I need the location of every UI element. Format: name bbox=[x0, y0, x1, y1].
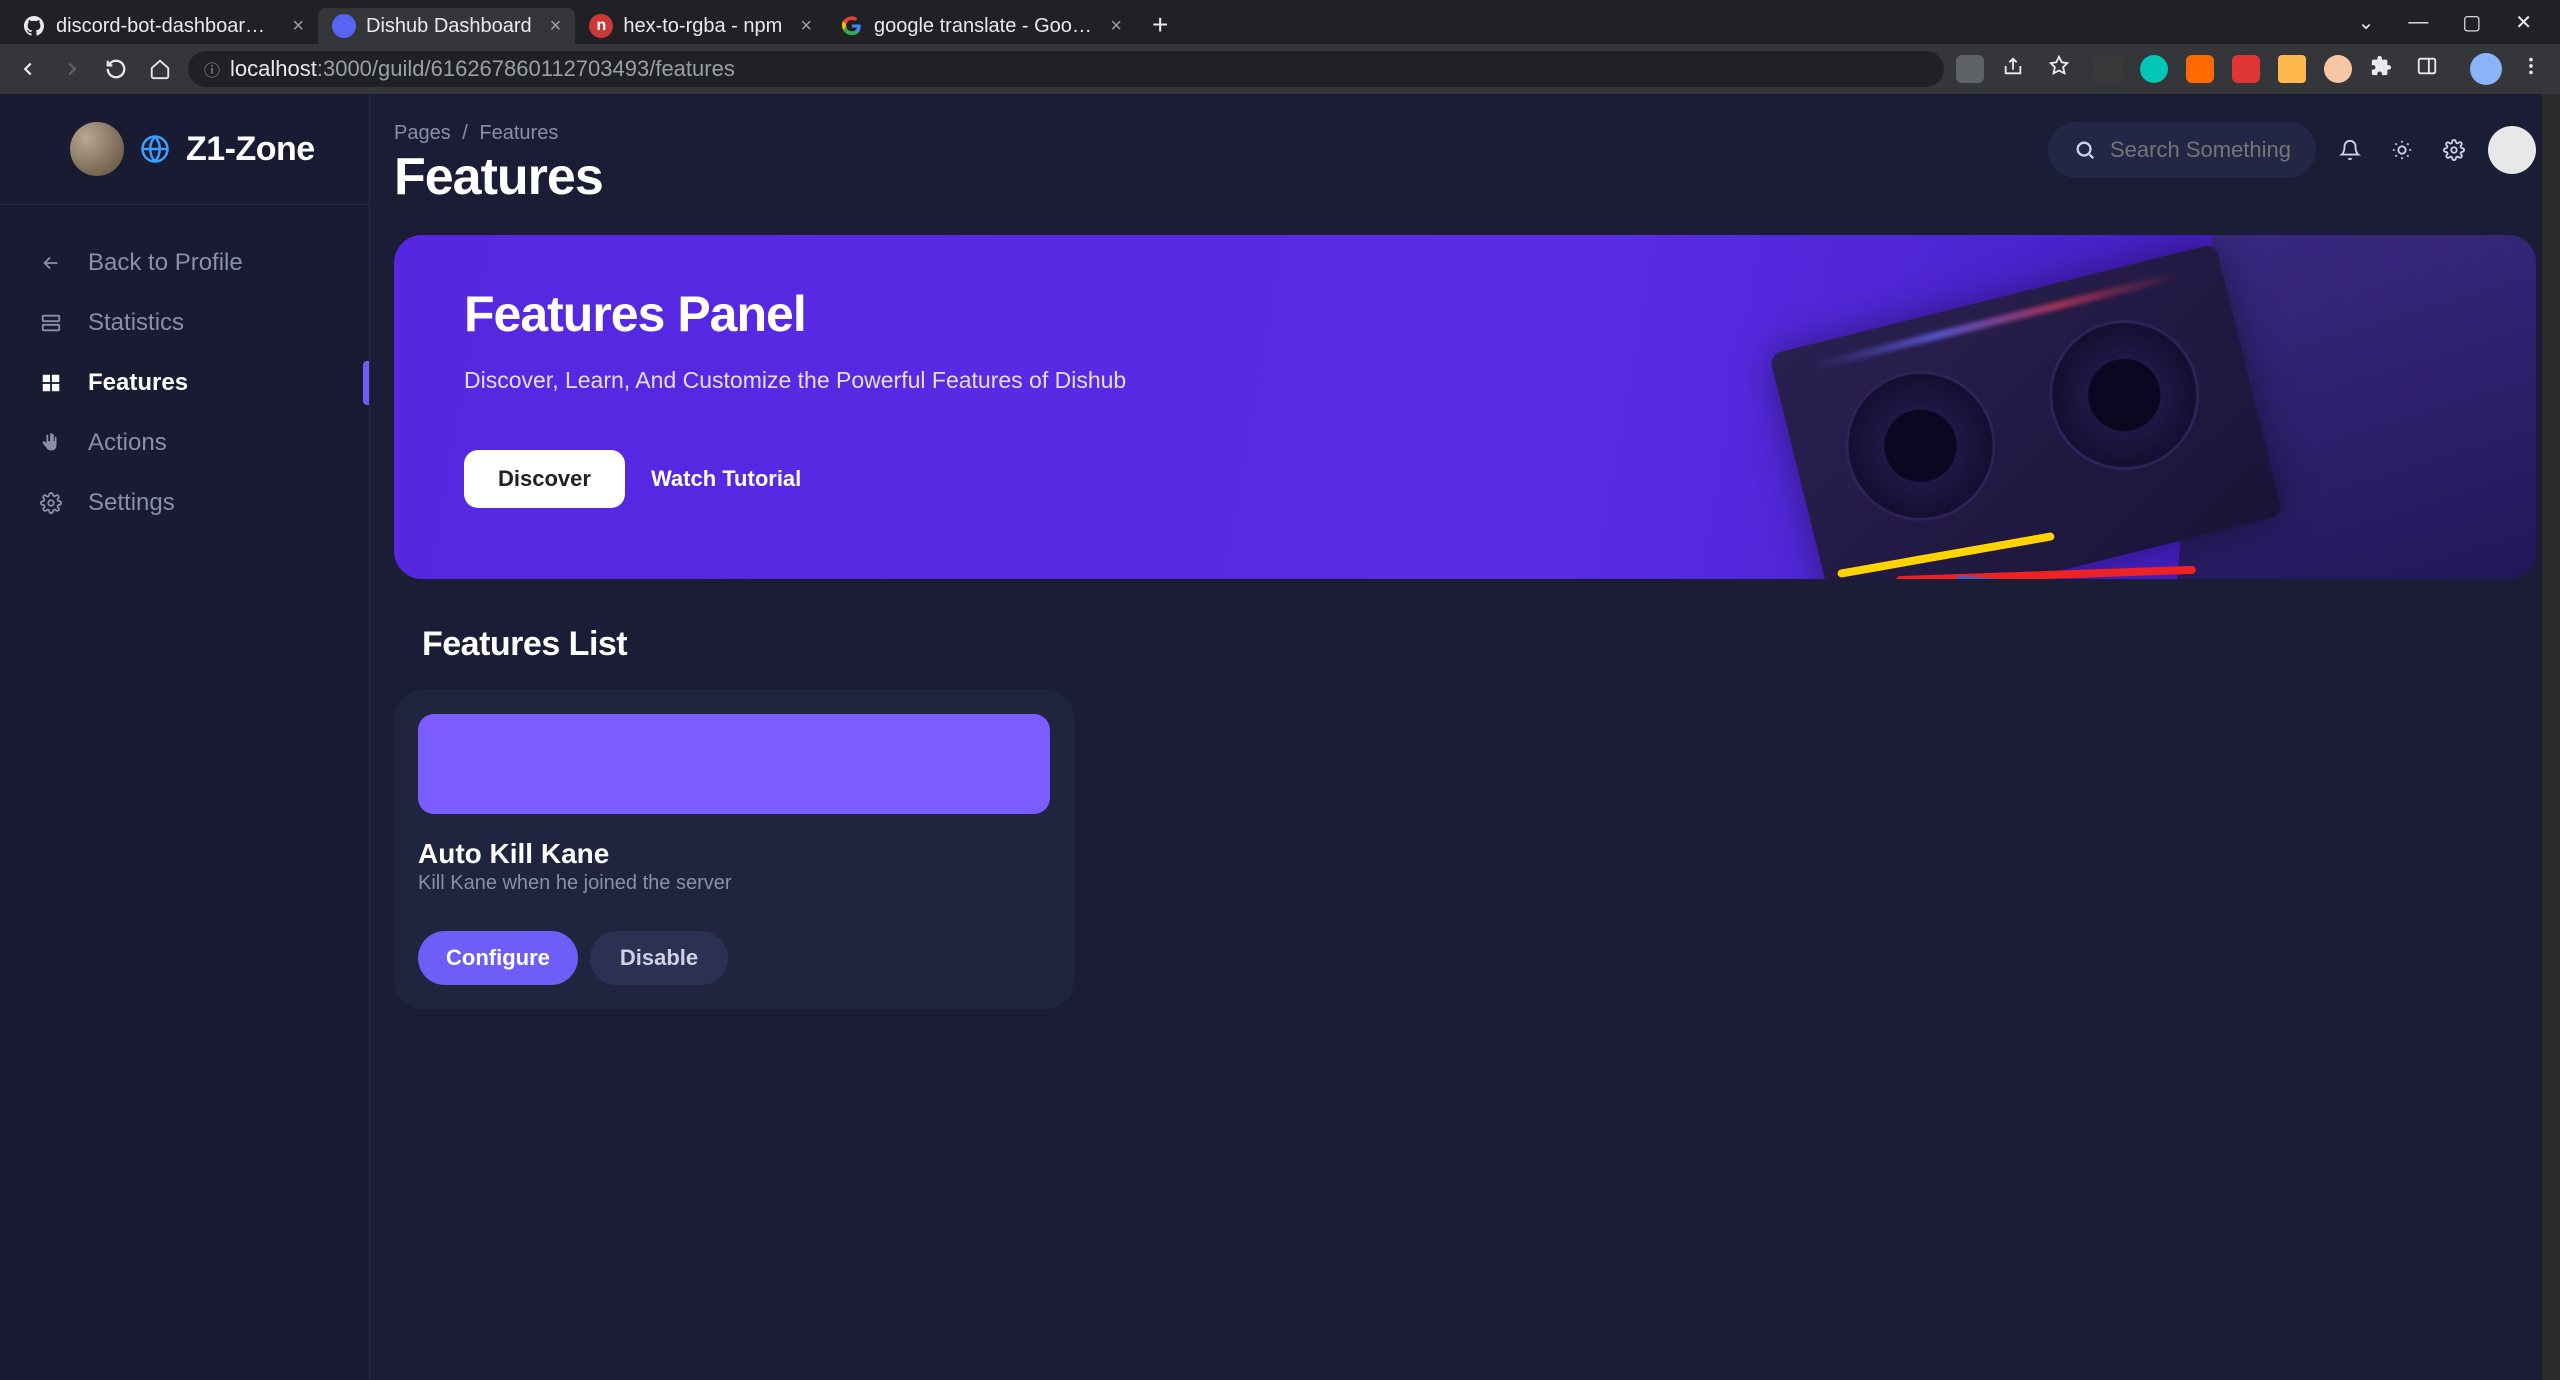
close-icon[interactable]: × bbox=[1110, 15, 1122, 38]
browser-chrome: discord-bot-dashboard-backe × Dishub Das… bbox=[0, 0, 2560, 94]
ext-icon[interactable] bbox=[2278, 55, 2306, 83]
sidebar-nav: Back to Profile Statistics Features Acti… bbox=[0, 205, 369, 561]
tab-title: discord-bot-dashboard-backe bbox=[56, 15, 274, 38]
user-avatar[interactable] bbox=[2488, 126, 2536, 174]
close-icon[interactable]: × bbox=[800, 15, 812, 38]
sidebar-item-label: Back to Profile bbox=[88, 249, 243, 277]
reload-button[interactable] bbox=[100, 53, 132, 85]
forward-button[interactable] bbox=[56, 53, 88, 85]
page-title: Features bbox=[394, 147, 603, 207]
breadcrumb: Pages / Features bbox=[394, 122, 603, 145]
feature-card-description: Kill Kane when he joined the server bbox=[418, 872, 1050, 895]
layers-icon bbox=[38, 310, 64, 336]
sidebar-header: Z1-Zone bbox=[0, 94, 369, 205]
back-button[interactable] bbox=[12, 53, 44, 85]
close-icon[interactable]: × bbox=[292, 15, 304, 38]
main-content: Pages / Features Features Features Panel… bbox=[370, 94, 2560, 1380]
watch-tutorial-button[interactable]: Watch Tutorial bbox=[651, 466, 801, 492]
search-icon bbox=[2074, 139, 2096, 161]
side-panel-icon[interactable] bbox=[2416, 55, 2444, 83]
browser-tab[interactable]: Dishub Dashboard × bbox=[318, 8, 575, 44]
url-bar: ⓘ localhost:3000/guild/61626786011270349… bbox=[0, 44, 2560, 94]
home-button[interactable] bbox=[144, 53, 176, 85]
close-icon[interactable]: × bbox=[550, 15, 562, 38]
minimize-icon[interactable]: — bbox=[2408, 11, 2428, 34]
grid-icon bbox=[38, 370, 64, 396]
sidebar-item-label: Actions bbox=[88, 429, 167, 457]
tab-title: hex-to-rgba - npm bbox=[623, 15, 782, 38]
search-box[interactable] bbox=[2048, 122, 2316, 178]
tab-title: google translate - Google Sear bbox=[874, 15, 1092, 38]
extensions-puzzle-icon[interactable] bbox=[2370, 55, 2398, 83]
header-actions bbox=[2048, 122, 2536, 178]
banner-title: Features Panel bbox=[464, 285, 2466, 343]
tab-title: Dishub Dashboard bbox=[366, 15, 532, 38]
features-cards: Auto Kill Kane Kill Kane when he joined … bbox=[394, 690, 2536, 1009]
features-banner: Features Panel Discover, Learn, And Cust… bbox=[394, 235, 2536, 579]
gear-icon bbox=[38, 490, 64, 516]
sun-icon[interactable] bbox=[2384, 132, 2420, 168]
chevron-down-icon[interactable]: ⌄ bbox=[2358, 10, 2375, 35]
sidebar: Z1-Zone Back to Profile Statistics Featu… bbox=[0, 94, 370, 1380]
browser-tab[interactable]: n hex-to-rgba - npm × bbox=[575, 8, 826, 44]
sidebar-item-statistics[interactable]: Statistics bbox=[0, 293, 369, 353]
npm-icon: n bbox=[589, 14, 613, 38]
features-list-heading: Features List bbox=[422, 625, 2536, 664]
browser-menu-icon[interactable] bbox=[2520, 55, 2548, 83]
disable-button[interactable]: Disable bbox=[590, 931, 728, 985]
discover-button[interactable]: Discover bbox=[464, 450, 625, 508]
url-input[interactable]: ⓘ localhost:3000/guild/61626786011270349… bbox=[188, 51, 1944, 87]
sidebar-item-label: Features bbox=[88, 369, 188, 397]
github-icon bbox=[22, 14, 46, 38]
browser-tab[interactable]: google translate - Google Sear × bbox=[826, 8, 1136, 44]
gear-icon[interactable] bbox=[2436, 132, 2472, 168]
guild-name: Z1-Zone bbox=[186, 130, 315, 169]
sidebar-item-actions[interactable]: Actions bbox=[0, 413, 369, 473]
maximize-icon[interactable]: ▢ bbox=[2462, 10, 2481, 35]
ext-icon[interactable] bbox=[2140, 55, 2168, 83]
breadcrumb-current: Features bbox=[479, 122, 558, 144]
ext-icon[interactable] bbox=[2094, 55, 2122, 83]
breadcrumb-root[interactable]: Pages bbox=[394, 122, 451, 144]
sidebar-item-label: Settings bbox=[88, 489, 175, 517]
globe-icon bbox=[140, 134, 170, 164]
hand-icon bbox=[38, 430, 64, 456]
close-window-icon[interactable]: ✕ bbox=[2515, 10, 2532, 35]
translate-icon[interactable] bbox=[1956, 55, 1984, 83]
sidebar-item-settings[interactable]: Settings bbox=[0, 473, 369, 533]
ext-icon[interactable] bbox=[2186, 55, 2214, 83]
feature-card-banner bbox=[418, 714, 1050, 814]
scrollbar[interactable] bbox=[2542, 94, 2560, 1380]
bell-icon[interactable] bbox=[2332, 132, 2368, 168]
banner-subtitle: Discover, Learn, And Customize the Power… bbox=[464, 367, 2466, 394]
configure-button[interactable]: Configure bbox=[418, 931, 578, 985]
ext-icon[interactable] bbox=[2324, 55, 2352, 83]
app-root: Z1-Zone Back to Profile Statistics Featu… bbox=[0, 94, 2560, 1380]
sidebar-item-label: Statistics bbox=[88, 309, 184, 337]
browser-profile-avatar[interactable] bbox=[2470, 53, 2502, 85]
sidebar-item-features[interactable]: Features bbox=[0, 353, 369, 413]
info-icon: ⓘ bbox=[204, 57, 220, 81]
search-input[interactable] bbox=[2110, 137, 2290, 163]
feature-card-title: Auto Kill Kane bbox=[418, 838, 1050, 870]
app-favicon-icon bbox=[332, 14, 356, 38]
ext-icon[interactable] bbox=[2232, 55, 2260, 83]
sidebar-item-back-to-profile[interactable]: Back to Profile bbox=[0, 233, 369, 293]
feature-card: Auto Kill Kane Kill Kane when he joined … bbox=[394, 690, 1074, 1009]
guild-avatar[interactable] bbox=[70, 122, 124, 176]
browser-tab[interactable]: discord-bot-dashboard-backe × bbox=[8, 8, 318, 44]
extension-icons bbox=[1956, 53, 2548, 85]
url-text: localhost:3000/guild/616267860112703493/… bbox=[230, 56, 735, 82]
google-icon bbox=[840, 14, 864, 38]
window-controls: ⌄ — ▢ ✕ bbox=[2358, 10, 2552, 35]
tab-bar: discord-bot-dashboard-backe × Dishub Das… bbox=[0, 0, 2560, 44]
arrow-left-icon bbox=[38, 250, 64, 276]
new-tab-button[interactable]: + bbox=[1152, 9, 1168, 41]
page-header-row: Pages / Features Features bbox=[394, 122, 2536, 207]
bookmark-star-icon[interactable] bbox=[2048, 55, 2076, 83]
share-icon[interactable] bbox=[2002, 55, 2030, 83]
